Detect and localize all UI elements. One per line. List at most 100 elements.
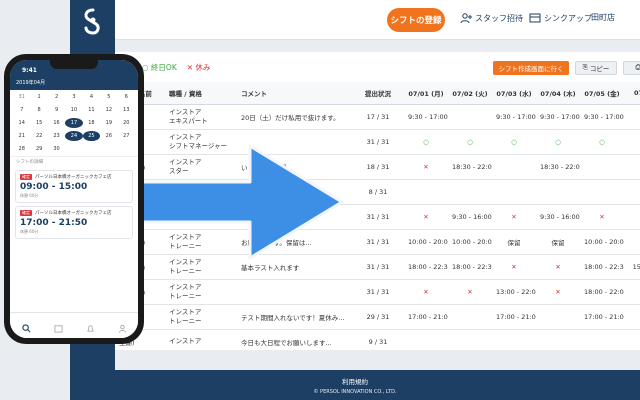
tab-profile[interactable]	[114, 318, 130, 338]
calendar-day[interactable]	[118, 144, 135, 154]
phone-month[interactable]: 2019年04月	[16, 79, 45, 86]
terms-link[interactable]: 利用規約	[70, 370, 640, 386]
shift-cell[interactable]: 17:00 - 21:00	[404, 304, 448, 330]
shift-cell[interactable]	[404, 179, 448, 205]
sync-link[interactable]: シンクアップ	[529, 12, 592, 24]
calendar-day[interactable]: 1	[30, 92, 47, 102]
shift-cell[interactable]: ✕	[492, 254, 536, 280]
app-logo-icon[interactable]	[80, 8, 106, 36]
shift-cell[interactable]	[536, 304, 580, 330]
shift-cell[interactable]: ○	[580, 129, 624, 155]
shift-cell[interactable]: 13:00 - 22:00	[492, 279, 536, 305]
shift-cell[interactable]	[448, 179, 492, 205]
shift-cell[interactable]: ✕	[404, 279, 448, 305]
shift-cell[interactable]	[624, 329, 640, 350]
shift-cell[interactable]: 18:00 - 22:30	[580, 254, 624, 280]
table-row[interactable]: 社会人)インストアエキスパート20日（土）だけ私用で抜けます。17 / 319:…	[115, 104, 640, 130]
col-status-header[interactable]: 提出状況	[352, 82, 404, 105]
shift-cell[interactable]: ✕	[580, 204, 624, 230]
table-row[interactable]: 主婦)インストア今日も大日程でお願いします...9 / 31	[115, 329, 640, 350]
phone-shift-card[interactable]: 確定 パーソル日本橋オーガニックカフェ店 17:00 - 21:50 休憩 60…	[15, 206, 133, 239]
shift-cell[interactable]	[448, 104, 492, 130]
calendar-day[interactable]: 10	[65, 105, 82, 115]
calendar-day[interactable]: 9	[48, 105, 65, 115]
calendar-day[interactable]: 7	[13, 105, 30, 115]
calendar-day[interactable]: 25	[82, 131, 101, 141]
shift-cell[interactable]: ✕	[492, 204, 536, 230]
calendar-day[interactable]: 31	[13, 92, 30, 102]
shift-cell[interactable]: 18:00 - 22:30	[404, 254, 448, 280]
shift-cell[interactable]	[492, 329, 536, 350]
shift-cell[interactable]	[624, 204, 640, 230]
table-row[interactable]: 高校生)インストアトレーニーテスト期間入れないです！夏休み...29 / 311…	[115, 304, 640, 330]
calendar-day[interactable]: 27	[118, 131, 135, 141]
shift-cell[interactable]: 17:00 - 21:00	[492, 304, 536, 330]
calendar-day[interactable]: 16	[48, 118, 65, 128]
calendar-day[interactable]: 13	[118, 105, 135, 115]
store-selector[interactable]: 田町店	[591, 12, 615, 23]
tab-search[interactable]	[18, 318, 34, 338]
shift-cell[interactable]: 9:30 - 17:00	[492, 104, 536, 130]
shift-cell[interactable]	[448, 304, 492, 330]
shift-cell[interactable]: 18:30 - 22:00	[536, 154, 580, 180]
shift-cell[interactable]	[624, 179, 640, 205]
shift-cell[interactable]: 10:00 - 20:00	[580, 229, 624, 255]
shift-cell[interactable]: 9:30 - 17:00	[580, 104, 624, 130]
goto-shift-create-button[interactable]: シフト作成画面に行く	[493, 61, 569, 75]
calendar-day[interactable]	[100, 144, 117, 154]
tab-notifications[interactable]	[82, 318, 98, 338]
calendar-day[interactable]: 12	[100, 105, 117, 115]
shift-cell[interactable]: ✕	[448, 279, 492, 305]
tab-calendar[interactable]	[50, 318, 66, 338]
calendar-day[interactable]: 18	[83, 118, 100, 128]
shift-cell[interactable]: 10:00 - 20:00	[448, 229, 492, 255]
calendar-day[interactable]: 19	[100, 118, 117, 128]
calendar-day[interactable]: 26	[100, 131, 117, 141]
calendar-day[interactable]: 23	[48, 131, 65, 141]
shift-cell[interactable]: ✕	[536, 279, 580, 305]
calendar-day[interactable]: 4	[83, 92, 100, 102]
shift-cell[interactable]: 18:00 - 22:30	[448, 254, 492, 280]
shift-cell[interactable]	[624, 304, 640, 330]
shift-cell[interactable]: 18:00 - 22:00	[580, 279, 624, 305]
shift-cell[interactable]: 9:30 - 17:00	[404, 104, 448, 130]
shift-cell[interactable]: ✕	[536, 254, 580, 280]
phone-shift-card[interactable]: 確定 パーソル日本橋オーガニックカフェ店 09:00 - 15:00 休憩 60…	[15, 170, 133, 203]
shift-cell[interactable]	[492, 154, 536, 180]
shift-cell[interactable]	[492, 179, 536, 205]
invite-staff-link[interactable]: スタッフ招待	[460, 12, 523, 24]
shift-cell[interactable]: ✕	[404, 204, 448, 230]
shift-cell[interactable]: 9:30 - 16:00	[536, 204, 580, 230]
table-row[interactable]: 大学2年)インストアトレーニー31 / 31✕✕13:00 - 22:00✕18…	[115, 279, 640, 305]
calendar-day[interactable]: 5	[100, 92, 117, 102]
calendar-day[interactable]: 3	[65, 92, 82, 102]
calendar-day[interactable]: 30	[48, 144, 65, 154]
shift-cell[interactable]	[580, 179, 624, 205]
calendar-day[interactable]: 8	[30, 105, 47, 115]
calendar-day[interactable]: 20	[118, 118, 135, 128]
shift-cell[interactable]: 9:30 - 17:00	[536, 104, 580, 130]
shift-cell[interactable]: 15:00	[624, 254, 640, 280]
register-shift-button[interactable]: シフトの登録	[387, 8, 445, 32]
calendar-day[interactable]: 2	[48, 92, 65, 102]
calendar-day[interactable]: 21	[13, 131, 30, 141]
calendar-day[interactable]	[83, 144, 100, 154]
shift-cell[interactable]: 17:00 - 21:00	[580, 304, 624, 330]
copy-button[interactable]: ⎘ コピー	[575, 61, 617, 75]
shift-cell[interactable]: 保留	[492, 229, 536, 255]
shift-cell[interactable]	[536, 179, 580, 205]
shift-cell[interactable]: 10:00 - 20:00	[404, 229, 448, 255]
shift-cell[interactable]: ○	[492, 129, 536, 155]
calendar-day[interactable]: 11	[83, 105, 100, 115]
print-button[interactable]: ⎙	[623, 61, 640, 75]
calendar-day[interactable]: 24	[65, 131, 83, 141]
shift-cell[interactable]: ✕	[404, 154, 448, 180]
shift-cell[interactable]	[580, 154, 624, 180]
shift-cell[interactable]	[624, 229, 640, 255]
calendar-day[interactable]: 17	[65, 118, 83, 128]
calendar-day[interactable]: 14	[13, 118, 30, 128]
shift-cell[interactable]	[580, 329, 624, 350]
shift-cell[interactable]	[624, 129, 640, 155]
shift-cell[interactable]: 18:30 - 22:00	[448, 154, 492, 180]
shift-cell[interactable]	[624, 104, 640, 130]
